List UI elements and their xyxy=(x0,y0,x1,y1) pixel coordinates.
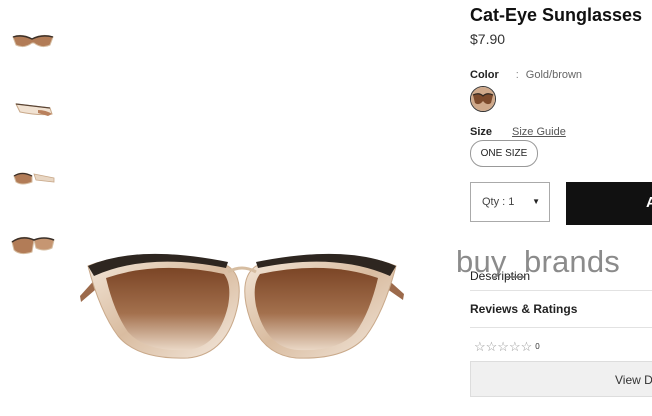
main-product-image xyxy=(78,236,408,366)
size-option-one-size[interactable]: ONE SIZE xyxy=(470,140,538,167)
view-details-button[interactable]: View D xyxy=(470,361,652,397)
add-to-bag-button[interactable]: A xyxy=(566,182,652,225)
sunglasses-swatch-icon xyxy=(471,87,495,111)
thumbnail-top-view[interactable] xyxy=(10,230,56,260)
reviews-section-toggle[interactable]: Reviews & Ratings xyxy=(470,291,652,328)
cat-eye-sunglasses-icon xyxy=(80,253,404,359)
sunglasses-angle-thumb-icon xyxy=(13,172,55,185)
product-price: $7.90 xyxy=(470,31,506,47)
color-label: Color xyxy=(470,69,499,81)
sunglasses-top-thumb-icon xyxy=(11,236,55,255)
reviews-label: Reviews & Ratings xyxy=(470,302,578,316)
quantity-label: Qty : 1 xyxy=(482,196,515,208)
sunglasses-front-thumb-icon xyxy=(12,34,54,48)
color-row: Color: Gold/brown xyxy=(470,69,582,81)
thumbnail-front-view[interactable] xyxy=(10,27,56,57)
rating-stars: ☆☆☆☆☆ 0 xyxy=(474,339,540,355)
star-rating-icon: ☆☆☆☆☆ xyxy=(474,339,533,354)
view-button-label: View D xyxy=(615,373,652,387)
watermark-text: buy_brands xyxy=(456,244,621,279)
quantity-select[interactable]: Qty : 1 ▼ xyxy=(470,182,550,222)
thumbnail-angle-view[interactable] xyxy=(10,162,56,192)
color-value: Gold/brown xyxy=(525,69,583,81)
product-title: Cat-Eye Sunglasses xyxy=(470,5,643,25)
caret-down-icon: ▼ xyxy=(532,197,540,206)
sunglasses-side-thumb-icon xyxy=(15,103,53,116)
thumbnail-side-view[interactable] xyxy=(10,94,56,124)
size-row: Size Size Guide xyxy=(470,126,566,138)
color-separator: : xyxy=(515,69,519,81)
review-count: 0 xyxy=(535,342,540,351)
size-label: Size xyxy=(470,126,493,138)
size-guide-link[interactable]: Size Guide xyxy=(512,126,566,138)
add-button-label: A xyxy=(646,194,652,211)
color-swatch-gold-brown[interactable] xyxy=(470,86,496,112)
